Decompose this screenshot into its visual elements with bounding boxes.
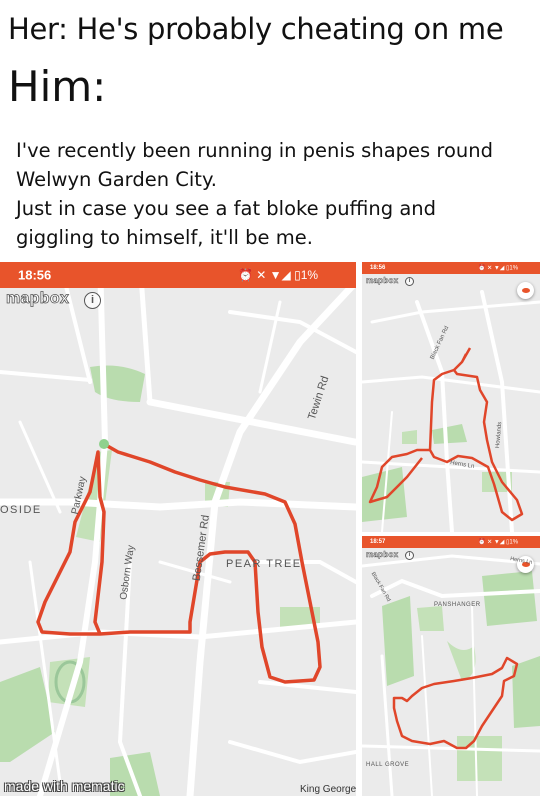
status-time: 18:57 [370,539,386,545]
map-screenshot-main: 18:56 ⏰ ✕ ▼◢ ▯1% mapbox i Tewin Rd OSIDE… [0,262,356,796]
tweet-line: Just in case you see a fat bloke puffing… [16,197,437,220]
map-canvas [0,262,356,796]
tweet-line: Welwyn Garden City. [16,168,217,191]
park-area [417,606,444,631]
map-label: King George [300,784,356,795]
status-icons: ⏰ ✕ ▼◢ ▯1% [478,265,519,272]
info-icon[interactable]: i [405,551,414,560]
tweet-text: I've recently been running in penis shap… [16,136,526,252]
info-icon[interactable]: i [84,292,101,309]
park-area [90,365,145,402]
map-label: PEAR TREE [226,558,302,570]
status-bar: 18:56 ⏰ ✕ ▼◢ ▯1% [362,262,540,274]
status-icons: ⏰ ✕ ▼◢ ▯1% [478,539,519,546]
map-canvas [362,554,540,796]
status-time: 18:56 [18,267,52,283]
map-label: HALL GROVE [366,762,410,768]
mapbox-logo: mapbox [366,550,399,560]
mapbox-logo: mapbox [6,290,70,308]
map-canvas [362,290,540,532]
park-area [382,596,414,686]
mematic-watermark: made with mematic [4,778,125,794]
route-start-marker [99,439,109,449]
tweet-line: I've recently been running in penis shap… [16,139,493,162]
status-bar: 18:57 ⏰ ✕ ▼◢ ▯1% [362,536,540,548]
map-label: PANSHANGER [434,602,481,608]
park-area [402,430,417,444]
her-line: Her: He's probably cheating on me [8,12,504,46]
roads [0,262,356,796]
recenter-button[interactable] [517,282,534,299]
park-area [447,641,476,681]
meme-caption: Her: He's probably cheating on me Him: I… [0,0,540,262]
map-screenshot-bottom-right: 18:57 ⏰ ✕ ▼◢ ▯1% mapbox i Black Fan Rd H… [362,536,540,796]
him-line: Him: [8,62,107,111]
map-screenshot-top-right: 18:56 ⏰ ✕ ▼◢ ▯1% mapbox i Black Fan Rd H… [362,262,540,532]
tweet-line: giggling to himself, it'll be me. [16,226,313,249]
park-area [457,736,502,781]
status-time: 18:56 [370,265,386,271]
park-area [432,424,467,444]
park-area [482,571,537,626]
status-bar: 18:56 ⏰ ✕ ▼◢ ▯1% [0,262,356,288]
status-icons: ⏰ ✕ ▼◢ ▯1% [238,268,319,282]
info-icon[interactable]: i [405,277,414,286]
map-label: OSIDE [0,504,42,516]
mapbox-logo: mapbox [366,276,399,286]
